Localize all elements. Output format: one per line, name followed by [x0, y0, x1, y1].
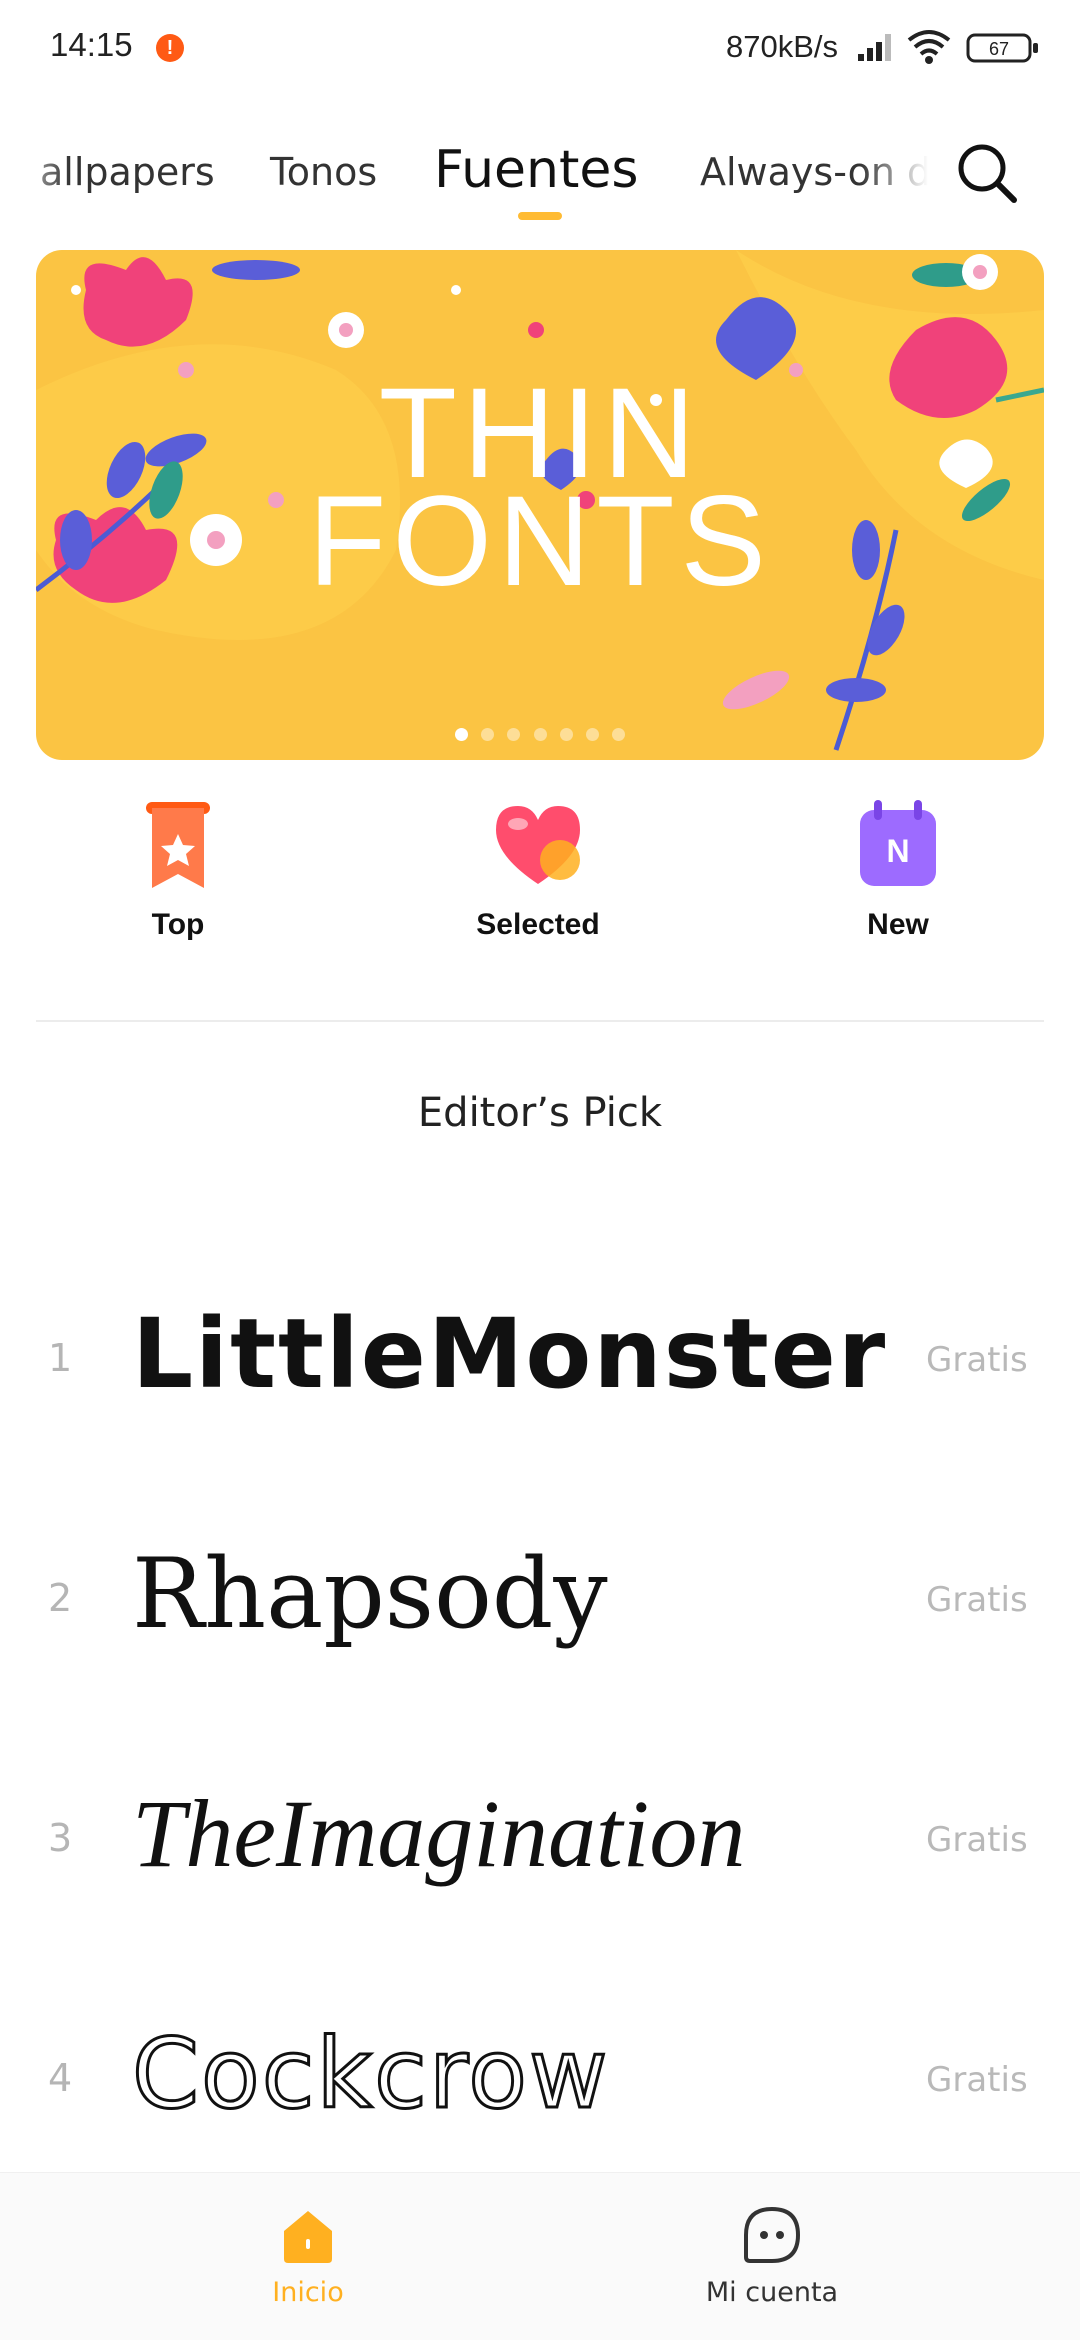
- tab-fuentes[interactable]: Fuentes: [434, 140, 638, 200]
- account-face-icon: [744, 2206, 801, 2263]
- wifi-icon: [907, 30, 951, 64]
- font-price[interactable]: Gratis: [926, 2060, 1028, 2100]
- status-time: 14:15: [50, 26, 133, 63]
- promo-banner[interactable]: THIN FONTS: [36, 250, 1044, 760]
- banner-title-line2: FONTS: [308, 470, 772, 613]
- calendar-new-letter: N: [886, 833, 909, 869]
- banner-dot: [455, 728, 469, 741]
- tab-tonos[interactable]: Tonos: [270, 150, 377, 194]
- font-rank: 3: [48, 1816, 73, 1860]
- quick-nav-new[interactable]: N New: [798, 796, 998, 946]
- font-rank: 2: [48, 1576, 73, 1620]
- font-list-item[interactable]: 2 Rhapsody Gratis: [0, 1508, 1080, 1708]
- font-price[interactable]: Gratis: [926, 1340, 1028, 1380]
- banner-dot: [507, 728, 521, 741]
- quick-nav-top-label: Top: [151, 908, 205, 941]
- font-list-item[interactable]: 3 TheImagination Gratis: [0, 1748, 1080, 1948]
- info-alert-icon: !: [156, 34, 184, 62]
- quick-nav-selected[interactable]: Selected: [438, 796, 638, 946]
- banner-page-indicator: [36, 726, 1044, 745]
- font-store-page: 14:15 ! 870kB/s 67 allpapers Tonos Fuent…: [0, 0, 1080, 2340]
- bottom-navigation: Inicio Mi cuenta: [0, 2172, 1080, 2340]
- quick-nav-top[interactable]: Top: [78, 796, 278, 946]
- font-price[interactable]: Gratis: [926, 1820, 1028, 1860]
- heart-icon: [496, 806, 580, 884]
- nav-account-label: Mi cuenta: [705, 2277, 839, 2308]
- font-list-item[interactable]: 4 Cockcrow Gratis: [0, 1988, 1080, 2188]
- tab-fade-left: [0, 130, 70, 230]
- font-preview: TheImagination: [132, 1780, 746, 1887]
- font-preview: LittleMonster: [132, 1298, 888, 1410]
- banner-dot: [611, 728, 625, 741]
- active-tab-indicator: [518, 212, 562, 220]
- home-icon: [284, 2211, 332, 2263]
- calendar-new-icon: N: [860, 800, 936, 886]
- font-preview: Cockcrow: [131, 2017, 610, 2132]
- font-price[interactable]: Gratis: [926, 1580, 1028, 1620]
- banner-dot: [481, 728, 495, 741]
- banner-dot: [559, 728, 573, 741]
- battery-level: 67: [989, 39, 1009, 59]
- section-title: Editor’s Pick: [417, 1090, 663, 1136]
- font-rank: 1: [48, 1336, 73, 1380]
- tab-fade-right: [860, 130, 940, 230]
- banner-dot: [585, 728, 599, 741]
- search-icon: [958, 144, 1017, 203]
- search-button[interactable]: [954, 140, 1020, 206]
- nav-home[interactable]: Inicio: [188, 2203, 428, 2308]
- quick-nav-selected-label: Selected: [476, 908, 600, 941]
- network-speed: 870kB/s: [726, 29, 839, 64]
- font-rank: 4: [48, 2056, 73, 2100]
- nav-account[interactable]: Mi cuenta: [652, 2203, 892, 2308]
- quick-nav-new-label: New: [867, 908, 929, 941]
- font-list-item[interactable]: 1 LittleMonster Gratis: [0, 1268, 1080, 1468]
- nav-home-label: Inicio: [272, 2277, 344, 2308]
- battery-icon: 67: [966, 32, 1040, 68]
- status-bar: 14:15 ! 870kB/s 67: [0, 0, 1080, 96]
- section-divider: [36, 1020, 1044, 1022]
- font-preview: Rhapsody: [132, 1538, 608, 1650]
- star-ribbon-icon: [146, 802, 210, 888]
- banner-dot: [533, 728, 547, 741]
- signal-icon: [858, 34, 891, 61]
